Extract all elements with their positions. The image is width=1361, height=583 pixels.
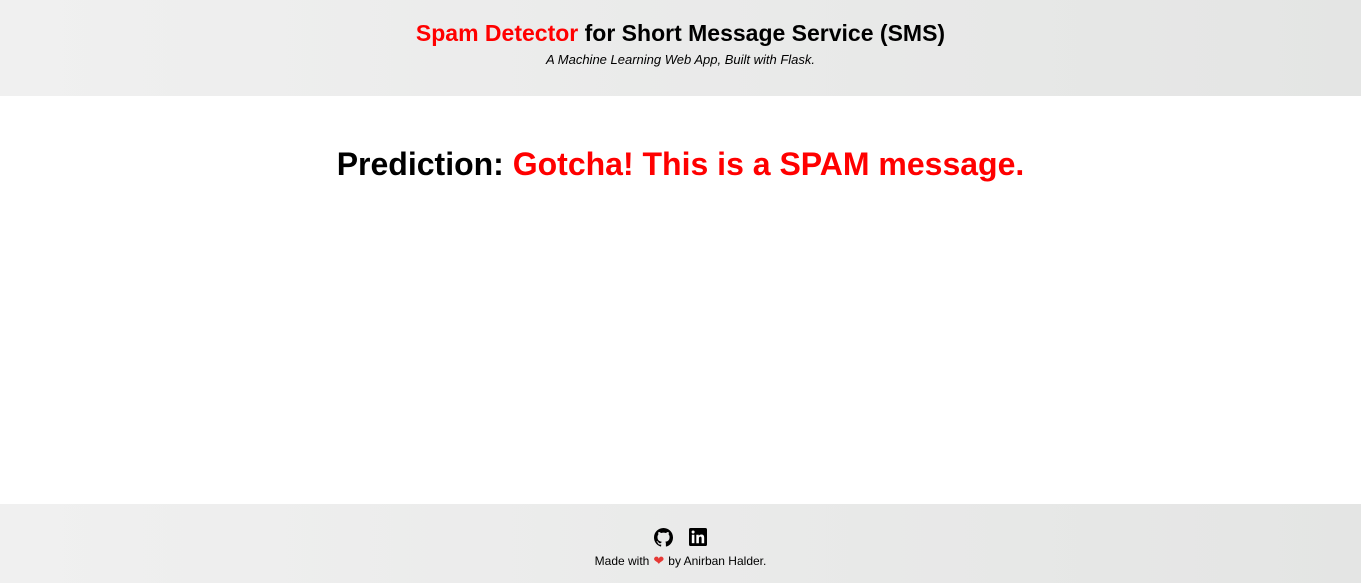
main-content: Prediction: Gotcha! This is a SPAM messa… bbox=[0, 96, 1361, 504]
prediction-label: Prediction: bbox=[336, 146, 513, 182]
app-title-accent: Spam Detector bbox=[415, 20, 579, 46]
prediction-result: Prediction: Gotcha! This is a SPAM messa… bbox=[0, 146, 1361, 183]
app-subtitle: A Machine Learning Web App, Built with F… bbox=[545, 52, 816, 67]
page-footer: Made with ❤ by Anirban Halder. bbox=[0, 504, 1361, 583]
made-with-text: Made with bbox=[594, 554, 650, 568]
heart-icon: ❤ bbox=[653, 553, 665, 568]
github-link[interactable] bbox=[653, 528, 673, 547]
app-title-rest: for Short Message Service (SMS) bbox=[578, 20, 946, 46]
page-header: Spam Detector for Short Message Service … bbox=[0, 0, 1361, 96]
linkedin-icon bbox=[689, 528, 707, 546]
author-text: by Anirban Halder. bbox=[668, 554, 767, 568]
github-icon bbox=[653, 528, 673, 547]
linkedin-link[interactable] bbox=[689, 528, 708, 547]
footer-credit: Made with ❤ by Anirban Halder. bbox=[0, 553, 1361, 569]
app-title: Spam Detector for Short Message Service … bbox=[0, 20, 1361, 47]
prediction-value: Gotcha! This is a SPAM message. bbox=[512, 146, 1025, 182]
